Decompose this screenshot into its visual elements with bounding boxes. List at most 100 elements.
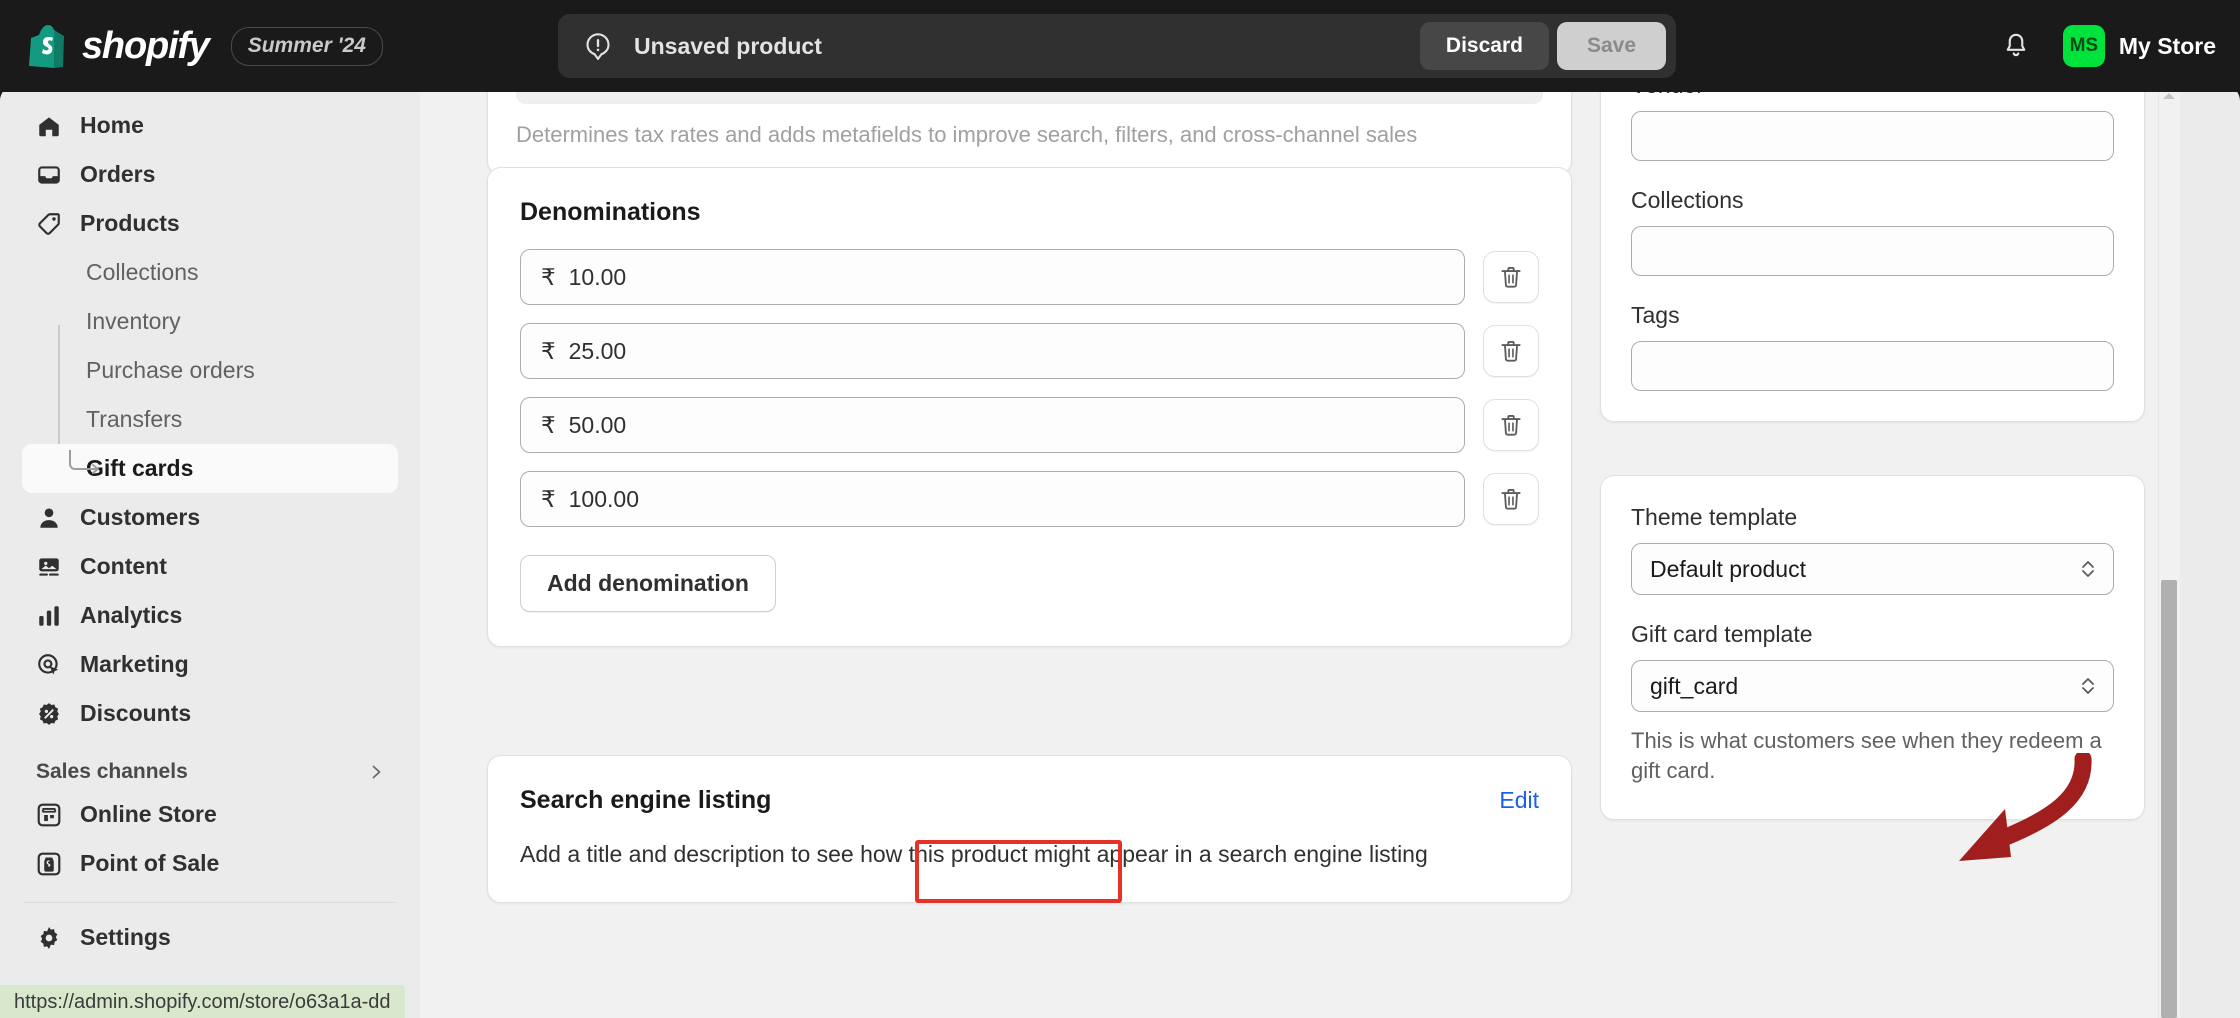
sidebar-item-home[interactable]: Home	[22, 101, 398, 150]
delete-denomination-button[interactable]	[1483, 251, 1539, 303]
store-name: My Store	[2118, 32, 2216, 59]
online-store-icon	[37, 803, 61, 826]
collections-input[interactable]	[1631, 226, 2114, 276]
search-engine-listing-title: Search engine listing	[520, 786, 772, 814]
search-engine-listing-card: Search engine listing Edit Add a title a…	[487, 755, 1572, 903]
theme-template-label: Theme template	[1631, 504, 1798, 530]
shopify-brand[interactable]: shopify Summer '24	[0, 24, 383, 68]
currency-symbol: ₹	[541, 485, 556, 512]
discard-button[interactable]: Discard	[1419, 22, 1549, 70]
sidebar-item-label: Marketing	[80, 651, 189, 677]
add-denomination-button[interactable]: Add denomination	[520, 555, 776, 612]
sidebar-item-label: Inventory	[86, 308, 181, 334]
sidebar-item-marketing[interactable]: Marketing	[22, 640, 398, 689]
sidebar-item-label: Settings	[80, 924, 171, 950]
home-icon	[39, 116, 59, 136]
save-button[interactable]: Save	[1556, 22, 1666, 70]
sidebar-divider	[24, 902, 396, 903]
notifications-button[interactable]	[1995, 25, 2037, 67]
sidebar-item-point-of-sale[interactable]: Point of Sale	[22, 839, 398, 888]
customers-icon	[40, 507, 58, 528]
tags-label: Tags	[1631, 302, 1680, 328]
edit-seo-link[interactable]: Edit	[1499, 787, 1539, 814]
unsaved-status-text: Unsaved product	[634, 32, 822, 59]
sidebar-item-online-store[interactable]: Online Store	[22, 790, 398, 839]
discounts-icon	[39, 702, 59, 725]
tags-input[interactable]	[1631, 341, 2114, 391]
currency-symbol: ₹	[541, 411, 556, 438]
vertical-scrollbar-track[interactable]	[2158, 85, 2180, 1018]
product-organization-card: Vendor Collections Tags	[1600, 85, 2145, 422]
product-type-helper-text: Determines tax rates and adds metafields…	[516, 122, 1418, 147]
sidebar-item-analytics[interactable]: Analytics	[22, 591, 398, 640]
collections-label: Collections	[1631, 187, 1744, 213]
sidebar-item-settings[interactable]: Settings	[22, 913, 398, 962]
sidebar-item-label: Point of Sale	[80, 850, 220, 876]
delete-denomination-button[interactable]	[1483, 325, 1539, 377]
sidebar-item-label: Content	[80, 553, 167, 579]
scroll-up-arrow-icon[interactable]	[2162, 91, 2176, 101]
release-badge: Summer '24	[230, 26, 383, 66]
sidebar-item-label: Purchase orders	[86, 357, 255, 383]
sidebar-item-label: Orders	[80, 161, 156, 187]
trash-icon	[1501, 488, 1521, 510]
status-bar-url: https://admin.shopify.com/store/o63a1a-d…	[0, 985, 405, 1018]
currency-symbol: ₹	[541, 263, 556, 290]
main-content: Gift Cards Determines tax rates and adds…	[420, 85, 2180, 1018]
search-engine-listing-description: Add a title and description to see how t…	[520, 841, 1428, 867]
currency-symbol: ₹	[541, 337, 556, 364]
vertical-scrollbar-thumb[interactable]	[2161, 580, 2177, 1018]
sidebar-item-customers[interactable]: Customers	[22, 493, 398, 542]
theme-template-select[interactable]: Default product	[1631, 543, 2114, 595]
denomination-input[interactable]: ₹ 10.00	[520, 249, 1465, 305]
sidebar-item-purchase-orders[interactable]: Purchase orders	[22, 346, 398, 395]
delete-denomination-button[interactable]	[1483, 399, 1539, 451]
sidebar-item-gift-cards[interactable]: Gift cards	[22, 444, 398, 493]
gear-icon	[40, 926, 58, 949]
sidebar-item-label: Online Store	[80, 801, 217, 827]
orders-icon	[38, 165, 60, 184]
vendor-input[interactable]	[1631, 111, 2114, 161]
denominations-title: Denominations	[520, 198, 701, 226]
sidebar-item-collections[interactable]: Collections	[22, 248, 398, 297]
unsaved-alert-icon	[586, 33, 610, 60]
denomination-input[interactable]: ₹ 100.00	[520, 471, 1465, 527]
chevron-right-icon	[372, 765, 381, 779]
shopify-bag-icon	[29, 25, 64, 68]
chevron-up-down-icon	[2082, 561, 2094, 577]
top-bar: shopify Summer '24 Unsaved product Disca…	[0, 0, 2240, 92]
denomination-row: ₹ 25.00	[520, 323, 1539, 379]
gift-card-template-value: gift_card	[1650, 672, 1739, 699]
gift-card-template-select[interactable]: gift_card	[1631, 660, 2114, 712]
sidebar-item-orders[interactable]: Orders	[22, 150, 398, 199]
sidebar-item-products[interactable]: Products	[22, 199, 398, 248]
trash-icon	[1501, 340, 1521, 362]
bell-icon	[2006, 33, 2026, 57]
chevron-up-down-icon	[2082, 678, 2094, 694]
sidebar-item-label: Transfers	[86, 406, 183, 432]
tree-elbow-arrow-icon	[69, 450, 99, 474]
sales-channels-label: Sales channels	[36, 760, 188, 783]
denomination-input[interactable]: ₹ 50.00	[520, 397, 1465, 453]
products-tag-icon	[38, 212, 60, 235]
denomination-row: ₹ 100.00	[520, 471, 1539, 527]
sidebar-item-discounts[interactable]: Discounts	[22, 689, 398, 738]
store-account-chip[interactable]: MS My Store	[2062, 25, 2216, 67]
sales-channels-header[interactable]: Sales channels	[36, 760, 384, 784]
theme-template-card: Theme template Default product Gift card…	[1600, 475, 2145, 820]
denomination-input[interactable]: ₹ 25.00	[520, 323, 1465, 379]
marketing-icon	[38, 653, 59, 675]
product-type-card: Gift Cards Determines tax rates and adds…	[487, 85, 1572, 175]
avatar: MS	[2062, 25, 2105, 67]
sidebar-item-transfers[interactable]: Transfers	[22, 395, 398, 444]
gift-card-template-help-text: This is what customers see when they red…	[1631, 728, 2102, 784]
sidebar-item-label: Analytics	[80, 602, 183, 628]
denominations-card: Denominations ₹ 10.00 ₹ 25.00 ₹ 50.00 ₹ …	[487, 167, 1572, 647]
denomination-value: 100.00	[568, 485, 639, 512]
denomination-value: 50.00	[568, 411, 627, 438]
save-bar: Unsaved product Discard Save	[558, 14, 1676, 78]
sidebar-item-inventory[interactable]: Inventory	[22, 297, 398, 346]
sidebar-item-content[interactable]: Content	[22, 542, 398, 591]
delete-denomination-button[interactable]	[1483, 473, 1539, 525]
sidebar-item-label: Customers	[80, 504, 201, 530]
